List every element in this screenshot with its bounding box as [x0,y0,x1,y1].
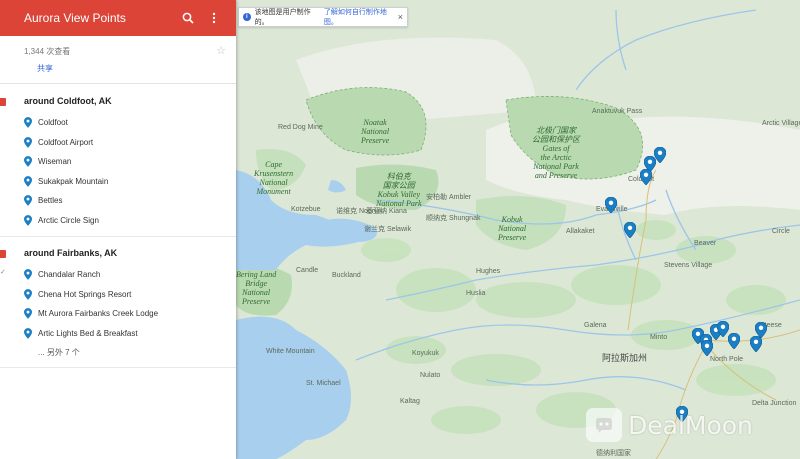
park-label-gates-of-arctic: 北极门国家 公园和保护区 Gates of the Arctic Nationa… [532,126,580,180]
place-label: Candle [296,267,319,274]
notice-text: 该地图是用户制作的。 [254,9,311,26]
place-label: North Pole [710,356,744,363]
list-item-label: Artic Lights Bed & Breakfast [38,328,138,338]
map-marker[interactable] [605,197,617,213]
location-pin-icon [24,327,32,339]
list-item-label: Wiseman [38,157,72,167]
place-label: Galena [584,322,607,329]
park-label-bering-land-bridge: Bering Land Bridge National Preserve [236,270,277,306]
location-pin-icon [24,214,32,226]
close-icon[interactable]: × [398,12,403,22]
legend-panel: Aurora View Points 1,344 次查看 共享 ☆ around… [0,0,236,459]
location-pin-icon [24,156,32,168]
park-label-noatak: Noatak National Preserve [361,118,390,145]
share-link[interactable]: 共享 [37,63,222,74]
layer-divider [0,367,236,368]
location-pin-icon [24,136,32,148]
list-item[interactable]: Coldfoot [24,113,236,133]
list-item[interactable]: Sukakpak Mountain [24,172,236,192]
list-item[interactable]: Wiseman [24,152,236,172]
park-label-cape-krusenstern: Cape Krusenstern National Monument [254,160,294,196]
map-marker[interactable] [755,322,767,338]
star-icon[interactable]: ☆ [216,44,226,57]
watermark-text: DealMoon [628,410,753,440]
dealmoon-watermark: DealMoon [586,407,753,443]
legend-header: Aurora View Points [0,0,236,36]
place-label: Circle [772,228,790,235]
more-vert-icon[interactable] [204,8,224,28]
map-canvas[interactable]: Noatak National Preserve 北极门国家 公园和保护区 Ga… [236,0,800,459]
list-item[interactable]: Artic Lights Bed & Breakfast [24,324,236,344]
place-label: Allakaket [566,228,595,235]
map-meta: 1,344 次查看 共享 ☆ [0,36,236,84]
place-label: Kotzebue [291,206,321,213]
learn-more-link[interactable]: 了解如何自行制作地图。 [324,7,398,27]
place-label: Kaltag [400,398,420,405]
place-label: Stevens Village [664,262,713,269]
place-label: 谢兰克 Selawik [364,226,412,233]
place-label: 安柏勒 Ambler [426,194,472,201]
layer-title: around Coldfoot, AK [24,96,112,106]
view-count: 1,344 次查看 [24,47,71,56]
park-label-kobuk-preserve: Kobuk National Preserve [498,215,527,242]
place-label: Huslia [466,290,486,297]
layer-coldfoot: around Coldfoot, AK Coldfoot Coldfoot Air… [0,84,236,230]
list-item-label: Chena Hot Springs Resort [38,289,132,299]
place-label: Koyukuk [412,350,439,357]
list-item-label: Bettles [38,196,63,206]
layer-title: around Fairbanks, AK [24,248,118,258]
map-marker[interactable] [701,340,713,356]
place-label: White Mountain [266,348,315,355]
place-label: Minto [650,334,668,341]
state-label-alaska: 阿拉斯加州 [602,353,648,363]
layer-divider [0,236,236,237]
map-marker[interactable] [728,333,740,349]
list-item[interactable]: Chena Hot Springs Resort [24,285,236,305]
expand-icon[interactable]: ✓ [0,268,6,276]
more-items-link[interactable]: ... 另外 7 个 [24,343,236,363]
layer-fairbanks: around Fairbanks, AK ✓ Chandalar Ranch Ch… [0,241,236,363]
location-pin-icon [24,308,32,320]
dealmoon-logo-icon [586,408,622,442]
place-label: Buckland [332,272,361,279]
layer-checkbox[interactable] [0,98,6,106]
place-label: Hughes [476,268,501,275]
user-map-notice: i 该地图是用户制作的。 了解如何自行制作地图。 × [238,7,408,27]
place-label: 基亚纳 Kiana [366,208,407,215]
place-label: Beaver [694,240,717,247]
location-pin-icon [24,288,32,300]
list-item[interactable]: Arctic Circle Sign [24,211,236,231]
place-label: St. Michael [306,380,341,387]
list-item[interactable]: Chandalar Ranch [24,265,236,285]
place-label: Anaktuvuk Pass [592,108,643,115]
info-icon: i [243,13,251,21]
park-label-kobuk-valley: 科伯克 国家公园 Kobuk Valley National Park [376,172,422,208]
map-marker[interactable] [750,336,762,352]
location-pin-icon [24,175,32,187]
location-pin-icon [24,195,32,207]
location-pin-icon [24,117,32,129]
list-item-label: Arctic Circle Sign [38,215,99,225]
list-item[interactable]: Coldfoot Airport [24,133,236,153]
place-label: Delta Junction [752,400,797,407]
map-marker[interactable] [640,169,652,185]
list-item[interactable]: Mt Aurora Fairbanks Creek Lodge [24,304,236,324]
place-label: Nulato [420,372,441,379]
place-label: 德纳利国家 [596,450,631,457]
list-item-label: Chandalar Ranch [38,270,101,280]
search-icon[interactable] [178,8,198,28]
list-item-label: Coldfoot [38,118,68,128]
place-label: Arctic Village [762,120,800,127]
map-marker[interactable] [624,222,636,238]
list-item[interactable]: Bettles [24,191,236,211]
location-pin-icon [24,269,32,281]
list-item-label: Coldfoot Airport [38,137,94,147]
place-label: 顺纳克 Shungnak [426,215,481,222]
place-label: Red Dog Mine [278,124,323,131]
list-item-label: Mt Aurora Fairbanks Creek Lodge [38,309,159,319]
layer-checkbox[interactable] [0,250,6,258]
map-title: Aurora View Points [24,11,126,25]
list-item-label: Sukakpak Mountain [38,176,109,186]
